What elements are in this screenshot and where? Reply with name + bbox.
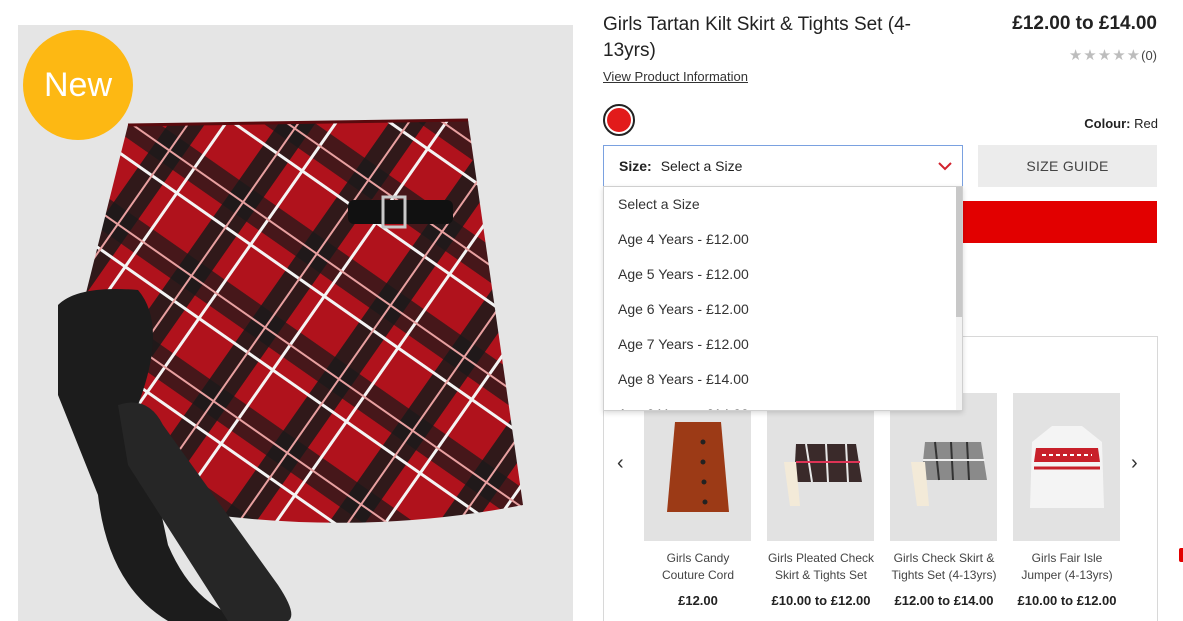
rating[interactable]: ★ ★ ★ ★ ★ (0) bbox=[1069, 46, 1157, 64]
size-option[interactable]: Age 7 Years - £12.00 bbox=[604, 327, 962, 362]
chevron-down-icon bbox=[938, 162, 952, 171]
reco-name[interactable]: Girls Check Skirt & Tights Set (4-13yrs) bbox=[890, 550, 998, 584]
product-price: £12.00 to £14.00 bbox=[1012, 13, 1157, 34]
size-selected-value: Select a Size bbox=[660, 158, 743, 174]
size-option[interactable]: Age 8 Years - £14.00 bbox=[604, 362, 962, 397]
check-skirt-image bbox=[783, 443, 862, 506]
size-option[interactable]: Age 5 Years - £12.00 bbox=[604, 257, 962, 292]
reco-card[interactable]: Girls Check Skirt & Tights Set (4-13yrs)… bbox=[890, 393, 998, 608]
colour-label: Colour: Red bbox=[1084, 116, 1158, 131]
star-icon: ★ bbox=[1097, 47, 1112, 64]
size-option[interactable]: Age 4 Years - £12.00 bbox=[604, 222, 962, 257]
chevron-left-icon[interactable]: ‹ bbox=[617, 452, 624, 475]
reco-name[interactable]: Girls Pleated Check Skirt & Tights Set bbox=[767, 550, 875, 584]
reco-name[interactable]: Girls Candy Couture Cord bbox=[644, 550, 752, 584]
dropdown-scrollbar[interactable] bbox=[956, 187, 962, 410]
reco-card[interactable]: Girls Candy Couture Cord £12.00 bbox=[644, 393, 752, 608]
reco-price: £10.00 to £12.00 bbox=[771, 593, 871, 608]
reco-name[interactable]: Girls Fair Isle Jumper (4-13yrs) bbox=[1013, 550, 1121, 584]
colour-swatch-red[interactable] bbox=[603, 104, 635, 136]
size-label: Size: bbox=[619, 158, 652, 174]
size-option[interactable]: Age 9 Years - £14.00 bbox=[604, 397, 962, 410]
reco-card[interactable]: Girls Fair Isle Jumper (4-13yrs) £10.00 … bbox=[1013, 393, 1121, 608]
size-guide-button[interactable]: SIZE GUIDE bbox=[978, 145, 1157, 187]
reco-card[interactable]: Girls Pleated Check Skirt & Tights Set £… bbox=[767, 393, 875, 608]
star-icon: ★ bbox=[1112, 47, 1126, 64]
product-page: New Girls Tartan Kilt Skirt & Tights Set… bbox=[0, 0, 1183, 621]
reco-image[interactable] bbox=[767, 393, 874, 541]
size-option[interactable]: Age 6 Years - £12.00 bbox=[604, 292, 962, 327]
product-title: Girls Tartan Kilt Skirt & Tights Set (4-… bbox=[603, 14, 911, 61]
chevron-right-icon[interactable]: › bbox=[1131, 452, 1138, 475]
feedback-tab-edge[interactable] bbox=[1179, 548, 1183, 562]
reco-image[interactable] bbox=[890, 393, 997, 541]
star-icon: ★ bbox=[1083, 47, 1097, 64]
reco-image[interactable] bbox=[1013, 393, 1120, 541]
reco-price: £12.00 bbox=[678, 593, 718, 608]
reco-price: £12.00 to £14.00 bbox=[894, 593, 994, 608]
star-icon: ★ bbox=[1068, 47, 1083, 64]
cord-skirt-image bbox=[666, 422, 729, 512]
view-product-information-link[interactable]: View Product Information bbox=[603, 69, 748, 84]
size-option[interactable]: Select a Size bbox=[604, 187, 962, 222]
fair-isle-jumper-image bbox=[1029, 426, 1104, 508]
star-icon: ★ bbox=[1126, 47, 1141, 64]
size-dropdown-list: Select a Size Age 4 Years - £12.00 Age 5… bbox=[603, 186, 963, 411]
scrollbar-thumb[interactable] bbox=[956, 187, 962, 317]
product-image: New bbox=[18, 25, 573, 621]
grey-check-skirt-image bbox=[910, 441, 987, 506]
reco-image[interactable] bbox=[644, 393, 751, 541]
colour-value: Red bbox=[1134, 116, 1158, 131]
size-select[interactable]: Size: Select a Size bbox=[603, 145, 963, 187]
reco-price: £10.00 to £12.00 bbox=[1017, 593, 1117, 608]
colour-label-key: Colour: bbox=[1084, 116, 1131, 131]
new-badge: New bbox=[23, 30, 133, 140]
swatch-fill bbox=[607, 108, 631, 132]
rating-count: (0) bbox=[1141, 47, 1157, 63]
